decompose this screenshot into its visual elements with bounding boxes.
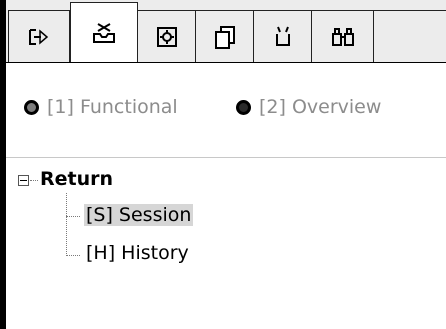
tab-inbox[interactable] (70, 2, 138, 63)
inbox-tray-icon (93, 23, 115, 43)
exit-arrow-icon (29, 28, 49, 45)
view-mode-group: [1] Functional [2] Overview (6, 63, 446, 157)
radio-label-functional: [1] Functional (47, 96, 178, 118)
radio-label-overview: [2] Overview (259, 96, 382, 118)
radio-unselected-icon (236, 99, 251, 115)
radio-overview[interactable]: [2] Overview (236, 96, 381, 118)
tab-overflow (374, 10, 446, 62)
tree-node-return[interactable]: Return (40, 168, 113, 190)
tab-exit[interactable] (8, 10, 70, 62)
tree-node-session[interactable]: [S] Session (84, 204, 194, 226)
tree-node-history[interactable]: [H] History (86, 242, 189, 264)
document-settings-icon (156, 26, 177, 47)
stacked-pages-icon (214, 25, 235, 49)
tab-cup[interactable] (254, 10, 312, 62)
binoculars-icon (331, 27, 354, 46)
tree-connector (30, 180, 38, 181)
tab-pages[interactable] (196, 10, 254, 62)
tree-connector (66, 255, 80, 256)
collapse-toggle-icon[interactable] (18, 175, 29, 186)
tab-bar (6, 0, 446, 63)
navigation-panel: [1] Functional [2] Overview Return [S] S… (6, 0, 446, 329)
cup-icon (275, 26, 290, 46)
tab-search[interactable] (312, 10, 374, 62)
radio-selected-icon (24, 99, 39, 115)
tree-view: Return [S] Session [H] History (6, 158, 446, 329)
tab-document-settings[interactable] (138, 10, 196, 62)
tree-connector (66, 193, 67, 256)
tree-connector (66, 216, 80, 217)
radio-functional[interactable]: [1] Functional (24, 96, 178, 118)
